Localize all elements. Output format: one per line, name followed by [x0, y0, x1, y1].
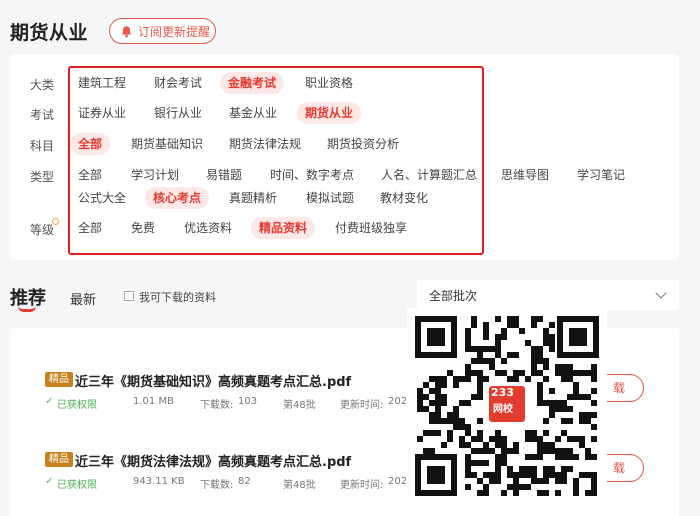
document-title[interactable]: 近三年《期货基础知识》高频真题考点汇总.pdf — [75, 371, 351, 390]
updated-label: 更新时间: — [340, 400, 384, 411]
filter-label-level: 等级 — [30, 223, 55, 237]
download-count: 103 — [238, 396, 258, 407]
header: 期货从业 订阅更新提醒 — [0, 0, 700, 58]
file-size: 943.11 KB — [133, 476, 185, 487]
filter-tag[interactable]: 时间、数字考点 — [270, 164, 354, 186]
filter-tag[interactable]: 优选资料 — [184, 217, 232, 239]
filter-tag-active[interactable]: 期货从业 — [297, 102, 362, 124]
batch-label: 第48批 — [283, 400, 316, 411]
filter-tag[interactable]: 期货法律法规 — [229, 133, 301, 155]
qr-logo-number: 233 — [491, 386, 514, 399]
premium-badge: 精品 — [45, 452, 73, 467]
batch-select[interactable]: 全部批次 — [417, 280, 679, 310]
filter-tag[interactable]: 易错题 — [206, 164, 242, 186]
filter-tag[interactable]: 付费班级独享 — [335, 217, 407, 239]
filter-tag[interactable]: 全部 — [78, 217, 102, 239]
file-size: 1.01 MB — [133, 396, 174, 407]
filter-tag-active[interactable]: 全部 — [70, 133, 111, 155]
filter-tag[interactable]: 财会考试 — [154, 72, 202, 94]
tab-active-indicator — [18, 306, 36, 312]
downloads-label: 下载数: — [200, 480, 234, 491]
qr-code-popup: 233 网校 — [407, 308, 607, 498]
chevron-down-icon — [655, 287, 667, 299]
updated-label: 更新时间: — [340, 480, 384, 491]
bell-icon — [121, 25, 132, 37]
filter-tag[interactable]: 免费 — [131, 217, 155, 239]
check-icon: ✓ — [45, 396, 54, 407]
tab-latest[interactable]: 最新 — [70, 289, 96, 308]
subscribe-label: 订阅更新提醒 — [138, 24, 211, 39]
premium-badge: 精品 — [45, 372, 73, 387]
filter-tag[interactable]: 职业资格 — [305, 72, 353, 94]
filter-label-exam: 考试 — [30, 108, 55, 122]
filter-tag[interactable]: 期货基础知识 — [131, 133, 203, 155]
filter-label-subject: 科目 — [30, 139, 55, 153]
filter-tag-active[interactable]: 核心考点 — [145, 187, 210, 209]
permission-status: 已获权限 — [57, 480, 97, 491]
page-title: 期货从业 — [10, 22, 89, 44]
downloads-label: 下载数: — [200, 400, 234, 411]
filter-tag[interactable]: 全部 — [78, 164, 102, 186]
filter-tag[interactable]: 证券从业 — [78, 102, 126, 124]
filter-tag[interactable]: 模拟试题 — [306, 187, 354, 209]
downloadable-checkbox-label[interactable]: 我可下载的资料 — [139, 289, 216, 305]
filter-tag[interactable]: 学习笔记 — [577, 164, 625, 186]
filter-tag-active[interactable]: 精品资料 — [251, 217, 316, 239]
filter-tag[interactable]: 学习计划 — [131, 164, 179, 186]
filter-tag[interactable]: 教材变化 — [380, 187, 428, 209]
document-title[interactable]: 近三年《期货法律法规》高频真题考点汇总.pdf — [75, 451, 351, 470]
check-icon: ✓ — [45, 476, 54, 487]
filter-tag[interactable]: 基金从业 — [229, 102, 277, 124]
filter-tag[interactable]: 公式大全 — [78, 187, 126, 209]
filter-label-category: 大类 — [30, 78, 55, 92]
downloadable-checkbox[interactable] — [124, 291, 134, 301]
filter-tag[interactable]: 思维导图 — [501, 164, 549, 186]
filter-tag-active[interactable]: 金融考试 — [220, 72, 285, 94]
permission-status: 已获权限 — [57, 400, 97, 411]
batch-label: 第48批 — [283, 480, 316, 491]
subscribe-button[interactable]: 订阅更新提醒 — [109, 18, 216, 44]
batch-select-value: 全部批次 — [429, 289, 478, 303]
filter-tag[interactable]: 建筑工程 — [78, 72, 126, 94]
filter-tag[interactable]: 期货投资分析 — [327, 133, 399, 155]
info-icon[interactable] — [52, 218, 59, 225]
filter-tag[interactable]: 银行从业 — [154, 102, 202, 124]
filter-panel: 大类 考试 科目 类型 等级 建筑工程 财会考试 金融考试 职业资格 证券从业 … — [10, 54, 679, 260]
download-count: 82 — [238, 476, 251, 487]
filter-tag[interactable]: 真题精析 — [229, 187, 277, 209]
filter-label-type: 类型 — [30, 170, 55, 184]
filter-tag[interactable]: 人名、计算题汇总 — [381, 164, 477, 186]
qr-logo-text: 网校 — [493, 404, 513, 415]
